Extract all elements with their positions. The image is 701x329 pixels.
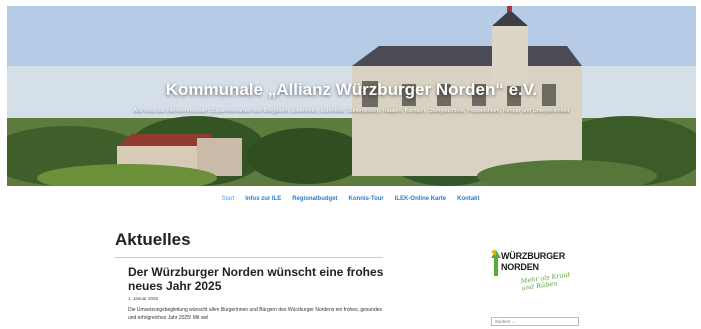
nav-item-konnis-tour[interactable]: Konnis-Tour xyxy=(349,196,384,202)
header-banner: Kommunale „Allianz Würzburger Norden“ e.… xyxy=(7,6,696,186)
post-date[interactable]: 1. Januar 2025 xyxy=(128,296,158,301)
site-title[interactable]: Kommunale „Allianz Würzburger Norden“ e.… xyxy=(7,80,696,100)
wuerzburger-norden-logo[interactable]: WÜRZBURGER NORDEN Mehr als Kraut und Rüb… xyxy=(489,248,589,303)
main-navigation: Start Infos zur ILE Regionalbudget Konni… xyxy=(0,196,701,202)
logo-slogan: Mehr als Kraut und Rüben xyxy=(520,270,571,293)
logo-line1: WÜRZBURGER xyxy=(501,251,565,261)
site-tagline: Alle Infos zur interkommunalen Zusammena… xyxy=(133,108,570,114)
post-excerpt: Die Umsetzungsbegleitung wünscht allen B… xyxy=(128,307,383,321)
search-input[interactable] xyxy=(491,317,579,326)
logo-line2: NORDEN xyxy=(501,262,539,272)
divider xyxy=(115,257,383,258)
post-title-link[interactable]: Der Würzburger Norden wünscht eine frohe… xyxy=(128,265,388,293)
nav-item-regionalbudget[interactable]: Regionalbudget xyxy=(292,196,337,202)
section-title: Aktuelles xyxy=(115,230,191,249)
nav-item-kontakt[interactable]: Kontakt xyxy=(457,196,479,202)
nav-item-start[interactable]: Start xyxy=(222,196,235,202)
nav-item-ilek-online-karte[interactable]: ILEK-Online Karte xyxy=(395,196,446,202)
nav-item-infos-zur-ile[interactable]: Infos zur ILE xyxy=(245,196,281,202)
